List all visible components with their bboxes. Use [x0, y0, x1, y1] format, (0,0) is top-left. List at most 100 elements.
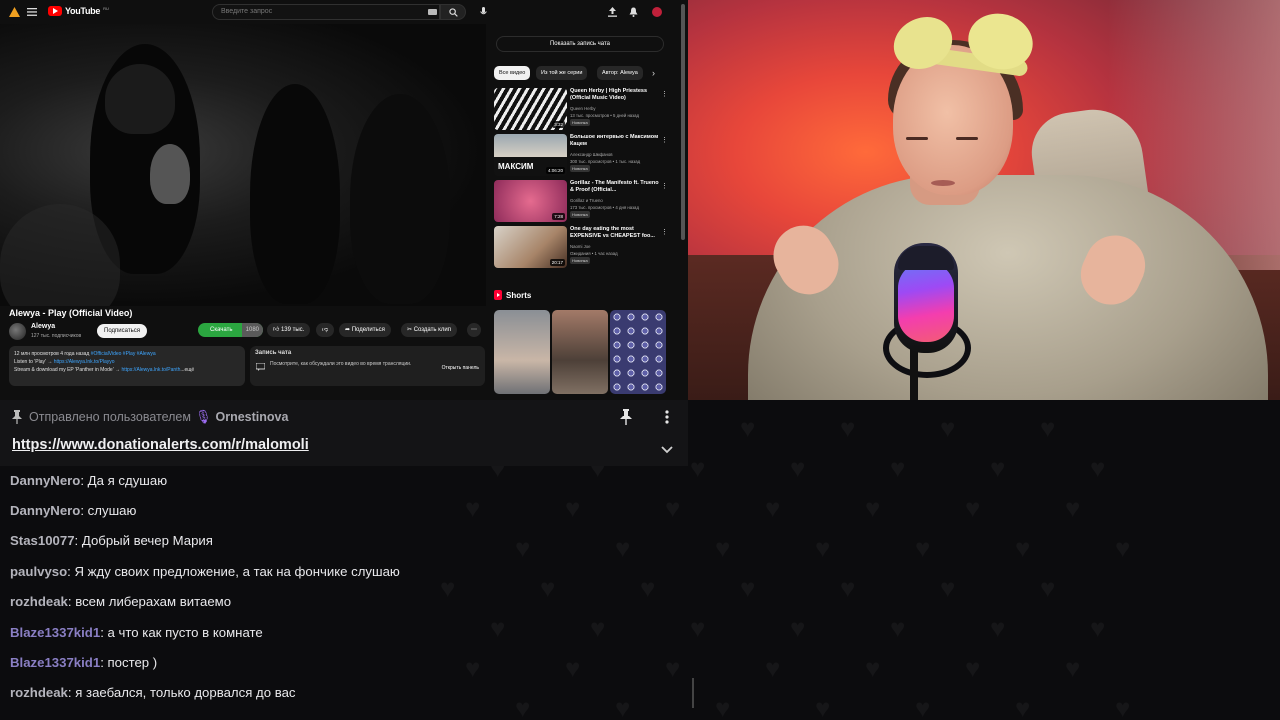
donation-link[interactable]: https://www.donationalerts.com/r/malomol… [12, 437, 309, 453]
chat-username[interactable]: DannyNero [10, 473, 80, 488]
short-thumbnail[interactable] [494, 310, 550, 394]
chat-message-text: : Да я сдушаю [80, 473, 168, 488]
video-player[interactable] [0, 24, 486, 306]
chat-username[interactable]: Blaze1337kid1 [10, 655, 100, 670]
youtube-logo[interactable]: YouTube RU [48, 6, 109, 16]
more-options-icon[interactable]: ⋮ [661, 228, 668, 236]
chat-username[interactable]: DannyNero [10, 503, 80, 518]
scrollbar[interactable] [681, 4, 685, 240]
unpin-icon[interactable] [620, 409, 634, 425]
dislike-button[interactable]: 👎︎ [316, 323, 335, 337]
chat-scrollbar[interactable] [692, 678, 694, 708]
heart-decoration: ♥ [765, 653, 781, 683]
channel-name[interactable]: Alewya [31, 323, 55, 330]
recommendation-stats: 173 тыс. просмотров • 4 дня назад [570, 205, 639, 210]
description-line: Stream & download my EP 'Panther in Mode… [14, 367, 122, 373]
channel-avatar[interactable] [9, 323, 26, 340]
video-duration: 4:06:20 [545, 167, 565, 174]
chat-message-text: : слушаю [80, 503, 137, 518]
chat-username[interactable]: rozhdeak [10, 594, 68, 609]
thumbs-up-icon: 👍︎ [273, 327, 281, 333]
more-actions-button[interactable]: ⋯ [467, 323, 481, 337]
heart-decoration: ♥ [1015, 693, 1031, 720]
keyboard-icon[interactable] [426, 6, 438, 18]
download-button[interactable]: Скачать 1080 [198, 323, 263, 337]
heart-decoration: ♥ [965, 493, 981, 523]
recommendation-item[interactable]: 20:17 One day eating the most EXPENSIVE … [494, 226, 672, 268]
short-thumbnail[interactable] [610, 310, 666, 394]
share-label: Поделиться [351, 327, 385, 333]
menu-icon[interactable] [26, 6, 38, 18]
thumbnail-text: МАКСИМ [498, 162, 534, 171]
channel-subscribers: 127 тыс. подписчиков [31, 333, 82, 339]
share-button[interactable]: ➦ Поделиться [339, 323, 391, 337]
microphone-rgb-light [898, 262, 954, 342]
video-figure [350, 94, 450, 304]
microphone-icon[interactable] [477, 6, 489, 18]
description-link[interactable]: https://Alewya.lnk.to/Playyo [54, 359, 115, 365]
shorts-label: Shorts [506, 290, 532, 300]
more-vertical-icon[interactable] [661, 409, 673, 425]
heart-decoration: ♥ [665, 653, 681, 683]
heart-decoration: ♥ [1065, 653, 1081, 683]
more-options-icon[interactable]: ⋮ [661, 90, 668, 98]
chat-message: DannyNero: слушаю [10, 503, 136, 518]
pinned-user[interactable]: Ornestinova [216, 410, 289, 424]
upload-icon[interactable] [606, 6, 618, 18]
chevron-right-icon[interactable]: › [652, 68, 655, 78]
show-chat-replay-button[interactable]: Показать запись чата [496, 36, 664, 52]
heart-decoration: ♥ [565, 493, 581, 523]
recommendation-item[interactable]: МАКСИМ 4:06:20 Большое интервью с Максим… [494, 134, 672, 176]
heart-decoration: ♥ [440, 573, 456, 603]
recommendation-item[interactable]: 7:28 Gorillaz - The Manifesto ft. Trueno… [494, 180, 672, 222]
youtube-logo-text: YouTube [65, 6, 101, 16]
video-description[interactable]: 12 млн просмотров 4 года назад #Official… [9, 346, 245, 386]
search-button[interactable] [440, 4, 466, 20]
heart-decoration: ♥ [690, 613, 706, 643]
description-more[interactable]: ...ещё [180, 367, 194, 373]
thumbs-down-icon: 👎︎ [322, 327, 329, 333]
chip-all-videos[interactable]: Все видео [494, 66, 531, 80]
description-link[interactable]: https://Alewya.lnk.to/Panth [121, 367, 180, 373]
heart-decoration: ♥ [865, 653, 881, 683]
chat-message-text: : Я жду своих предложение, а так на фонч… [67, 564, 400, 579]
more-options-icon[interactable]: ⋮ [661, 182, 668, 190]
search-input[interactable]: Введите запрос [212, 4, 440, 20]
open-panel-button[interactable]: Открыть панель [442, 365, 479, 372]
heart-decoration: ♥ [1090, 453, 1106, 483]
heart-decoration: ♥ [615, 533, 631, 563]
youtube-window: YouTube RU Введите запрос Alewya - Play … [0, 0, 688, 400]
pinned-prefix: Отправлено пользователем [29, 410, 191, 424]
chevron-down-icon[interactable] [660, 443, 674, 457]
chat-username[interactable]: Blaze1337kid1 [10, 625, 100, 640]
heart-decoration: ♥ [590, 613, 606, 643]
chat-message-text: : всем либерахам витаемо [67, 594, 232, 609]
heart-decoration: ♥ [715, 693, 731, 720]
chip-same-series[interactable]: Из той же серии [536, 66, 588, 80]
recommendation-thumbnail: 3:32 [494, 88, 567, 130]
youtube-topbar: YouTube RU Введите запрос [0, 0, 688, 24]
streamer-mouth [931, 180, 955, 186]
heart-decoration: ♥ [740, 413, 756, 443]
heart-decoration: ♥ [990, 453, 1006, 483]
chat-username[interactable]: paulvyso [10, 564, 67, 579]
chat-message: paulvyso: Я жду своих предложение, а так… [10, 564, 400, 579]
subscribe-button[interactable]: Подписаться [97, 324, 147, 338]
clip-button[interactable]: ✂ Создать клип [401, 323, 457, 337]
chat-username[interactable]: rozhdeak [10, 685, 68, 700]
heart-decoration: ♥ [865, 493, 881, 523]
account-avatar-icon[interactable] [651, 6, 663, 18]
recommendation-title: Большое интервью с Максимом Кацем [570, 134, 659, 147]
download-count: 1080 [241, 323, 263, 337]
recommendation-item[interactable]: 3:32 Queen Herby | High Priestess (Offic… [494, 88, 672, 130]
chip-author[interactable]: Автор: Alewya [597, 66, 643, 80]
video-title: Alewya - Play (Official Video) [9, 308, 133, 318]
chat-username[interactable]: Stas10077 [10, 533, 75, 548]
description-tags[interactable]: #OfficialVideo #Play #Alewya [91, 351, 156, 357]
notifications-bell-icon[interactable] [627, 6, 639, 18]
short-thumbnail[interactable] [552, 310, 608, 394]
more-options-icon[interactable]: ⋮ [661, 136, 668, 144]
like-button[interactable]: 👍︎ 139 тыс. [267, 323, 311, 337]
recommendation-title: Queen Herby | High Priestess (Official M… [570, 88, 648, 101]
recommendation-meta: Александр Шмфанов 300 тыс. просмотров • 1… [570, 151, 662, 172]
